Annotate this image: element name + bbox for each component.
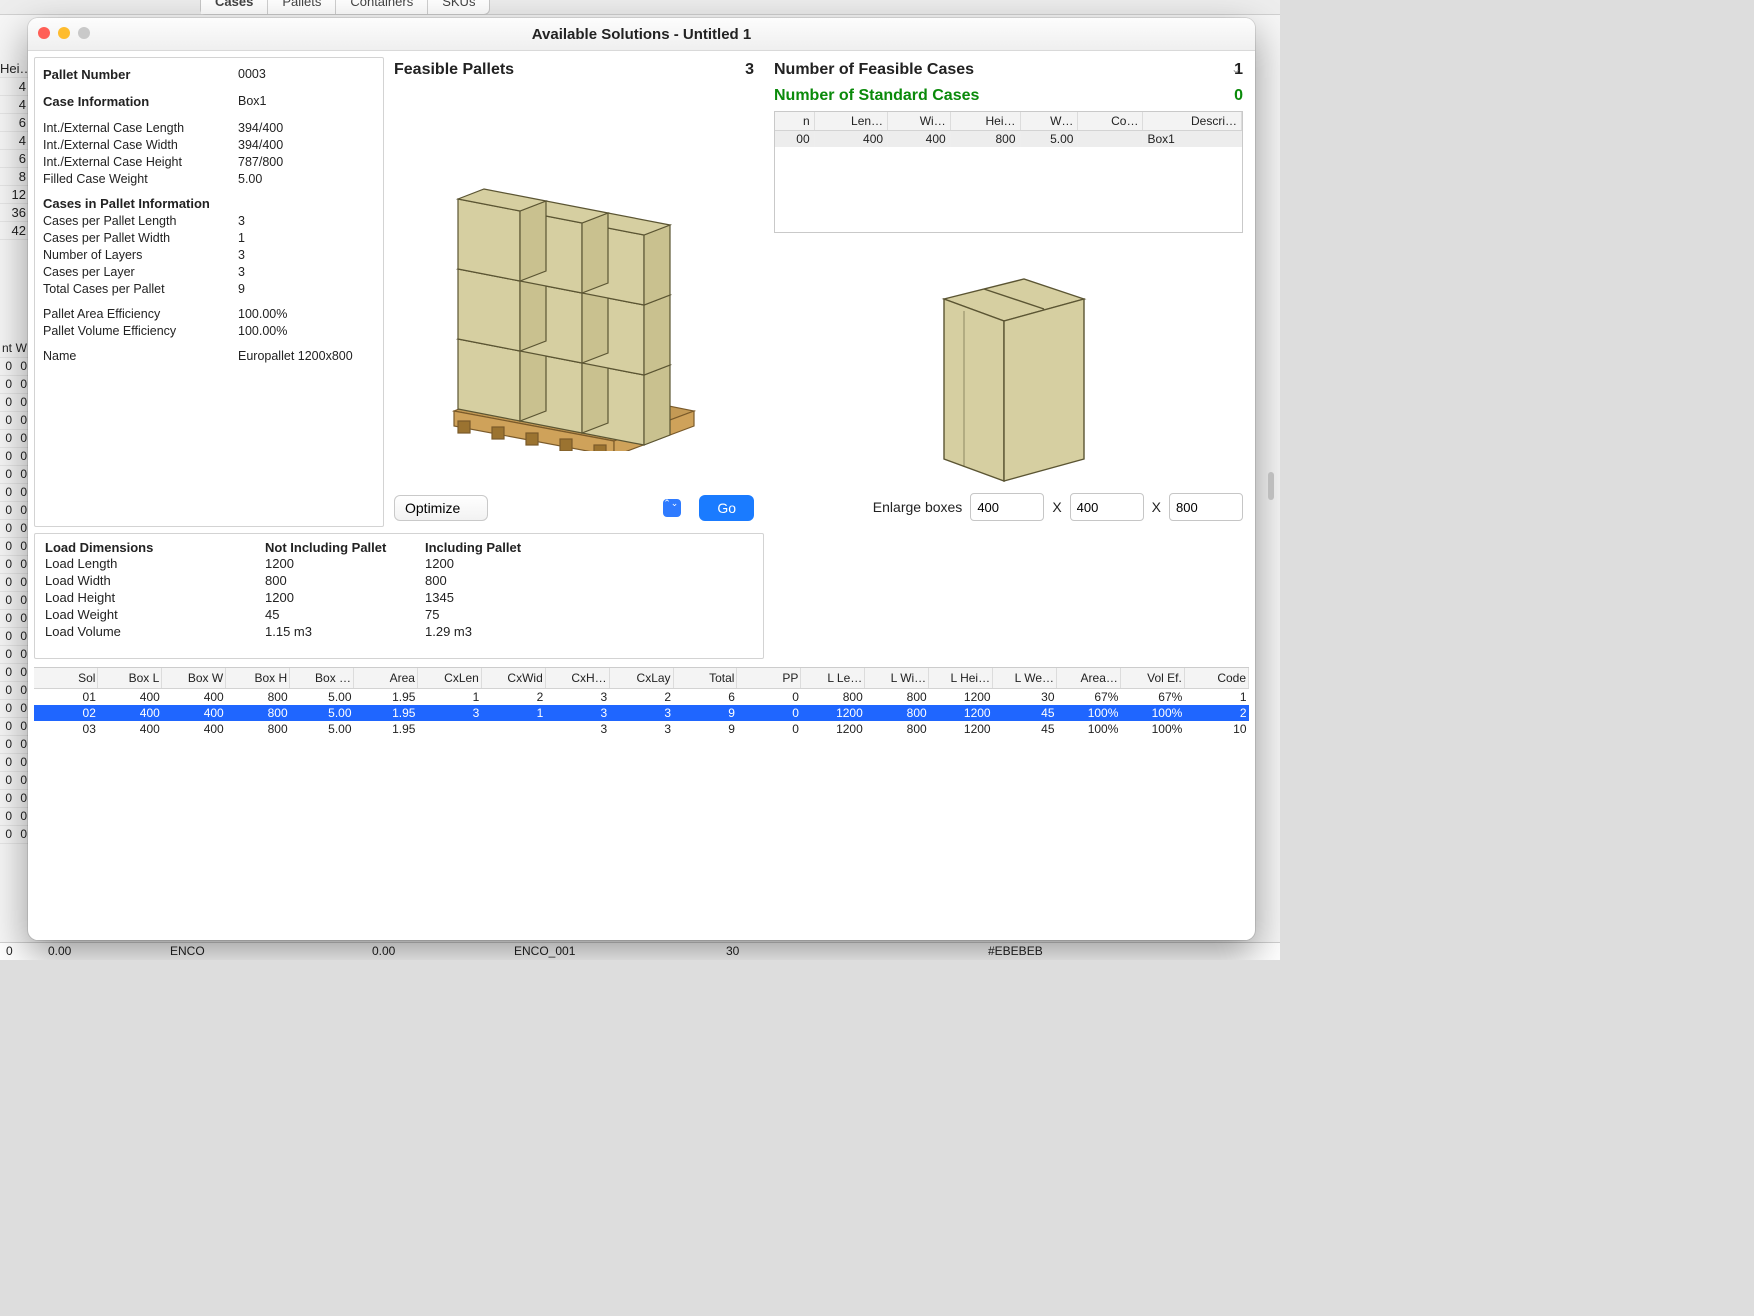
case-info-value: Box1: [238, 93, 375, 112]
feasible-pallets-label: Feasible Pallets: [394, 61, 514, 79]
background-segmented-tabs[interactable]: Cases Pallets Containers SKUs: [200, 0, 490, 15]
case-info-label: Case Information: [43, 93, 238, 110]
standard-cases-count: 0: [1234, 87, 1243, 105]
go-button[interactable]: Go: [699, 495, 754, 521]
enlarge-boxes-label: Enlarge boxes: [873, 499, 963, 515]
solution-row[interactable]: 014004008005.001.9512326080080012003067%…: [34, 689, 1249, 706]
chevron-down-icon[interactable]: ⌄: [1231, 62, 1241, 76]
load-dimensions-panel: Load Dimensions Not Including Pallet Inc…: [34, 533, 764, 659]
window-controls[interactable]: [38, 27, 90, 39]
solution-row[interactable]: 034004008005.001.9533901200800120045100%…: [34, 721, 1249, 737]
feasible-cases-label: Number of Feasible Cases: [774, 61, 974, 79]
enlarge-x-input[interactable]: [970, 493, 1044, 521]
pallet-number-label: Pallet Number: [43, 66, 238, 83]
solutions-grid[interactable]: SolBox LBox WBox HBox …AreaCxLenCxWidCxH…: [34, 667, 1249, 940]
enlarge-y-input[interactable]: [1070, 493, 1144, 521]
enlarge-z-input[interactable]: [1169, 493, 1243, 521]
solution-row[interactable]: 024004008005.001.95313390120080012004510…: [34, 705, 1249, 721]
case-3d-view[interactable]: [768, 239, 1249, 489]
background-left-grid: ntW0000000000000000000000000000000000000…: [0, 340, 30, 844]
zoom-icon[interactable]: [78, 27, 90, 39]
cases-grid[interactable]: nLen…Wi…Hei…W…Co…Descri…004004008005.00B…: [774, 111, 1243, 233]
bg-tab-cases[interactable]: Cases: [201, 0, 268, 14]
pallet-name-value: Europallet 1200x800: [238, 348, 375, 365]
bg-tab-pallets[interactable]: Pallets: [268, 0, 336, 14]
pallet-info-panel: Pallet Number0003 Case InformationBox1 I…: [34, 57, 384, 527]
minimize-icon[interactable]: [58, 27, 70, 39]
close-icon[interactable]: [38, 27, 50, 39]
cases-in-pallet-heading: Cases in Pallet Information: [43, 196, 375, 211]
background-bottom-row: 00.00ENCO0.00ENCO_00130#EBEBEB: [0, 942, 1280, 960]
background-left-column: Hei…446468123642: [0, 60, 30, 240]
pallet-3d-view[interactable]: [392, 83, 756, 489]
available-solutions-window: Available Solutions - Untitled 1 ⌄ Palle…: [28, 18, 1255, 940]
standard-cases-label: Number of Standard Cases: [774, 87, 979, 105]
pallet-number-value: 0003: [238, 66, 375, 85]
titlebar[interactable]: Available Solutions - Untitled 1: [28, 18, 1255, 51]
feasible-pallets-count: 3: [745, 61, 754, 79]
bg-tab-skus[interactable]: SKUs: [428, 0, 489, 14]
vertical-scrollbar[interactable]: [1268, 472, 1274, 500]
cases-grid-row[interactable]: 004004008005.00Box1: [775, 131, 1242, 148]
bg-tab-containers[interactable]: Containers: [336, 0, 428, 14]
window-title: Available Solutions - Untitled 1: [532, 26, 751, 43]
optimize-select[interactable]: Optimize: [394, 495, 488, 521]
